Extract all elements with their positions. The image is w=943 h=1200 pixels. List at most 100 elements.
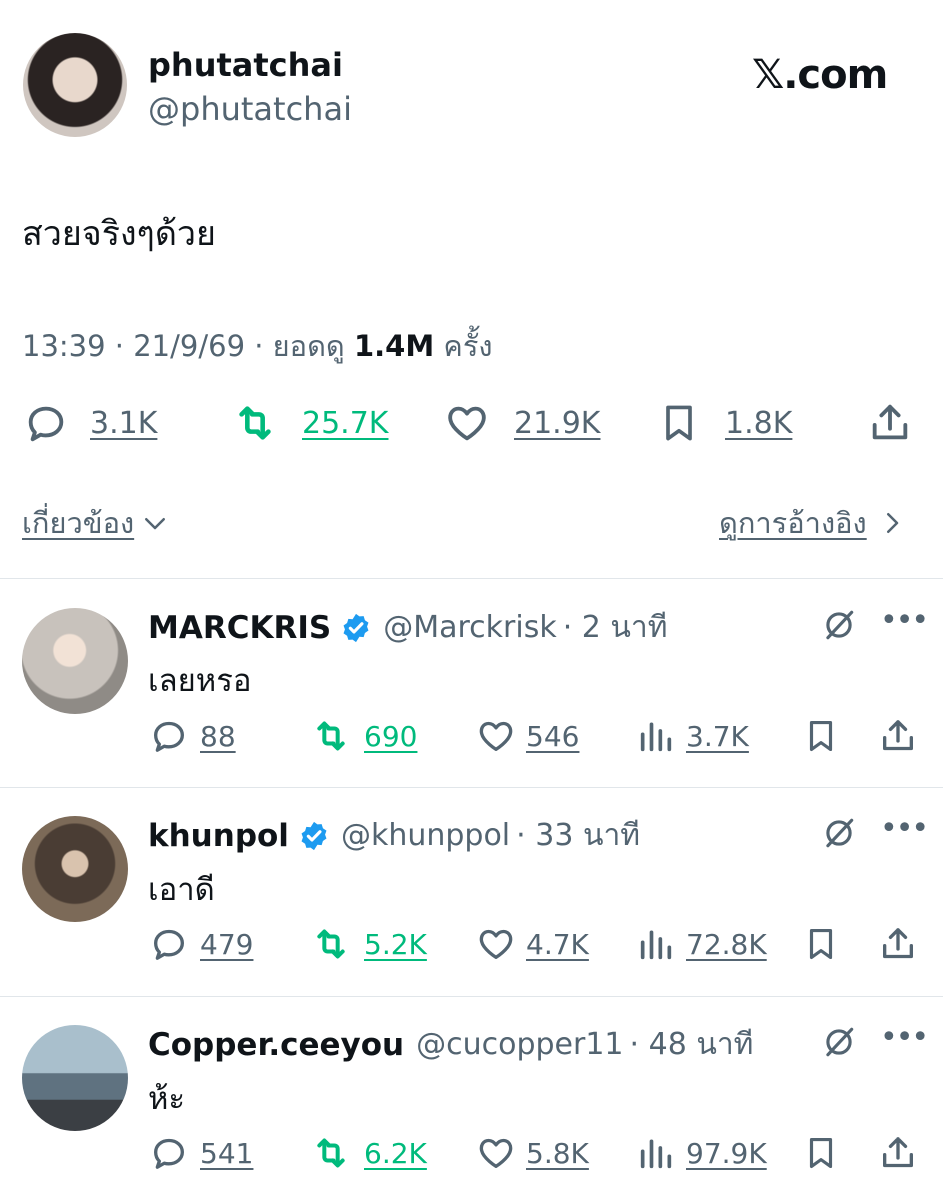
reply-repost-button[interactable]: 5.2K	[308, 924, 427, 964]
share-icon	[872, 404, 908, 440]
reply-avatar[interactable]	[22, 816, 128, 922]
reply-bookmark-button[interactable]	[802, 924, 840, 964]
view-count[interactable]: 72.8K	[686, 928, 767, 961]
bookmark-icon	[809, 1137, 833, 1169]
reply-avatar[interactable]	[22, 1025, 128, 1131]
view-suffix: ครั้ง	[434, 329, 493, 363]
reply-bookmark-button[interactable]	[802, 716, 840, 756]
analytics-icon	[640, 1139, 672, 1169]
like-button[interactable]: 21.9K	[442, 400, 600, 446]
chevron-right-icon	[886, 513, 898, 533]
reply-button[interactable]: 3.1K	[22, 400, 157, 446]
author-display-name[interactable]: phutatchai	[148, 46, 343, 84]
reply-time[interactable]: · 48 นาที	[630, 1021, 754, 1068]
reply-display-name[interactable]: Copper.ceeyou	[148, 1027, 404, 1063]
reply-share-button[interactable]	[878, 924, 918, 964]
reply-handle[interactable]: @khunppol	[341, 818, 510, 853]
tweet-timestamp[interactable]: 13:39 · 21/9/69 · ยอดดู	[22, 329, 354, 363]
verified-badge-icon	[343, 613, 369, 642]
reply-reply-button[interactable]: 479	[148, 924, 253, 964]
bookmark-count[interactable]: 1.8K	[725, 406, 792, 441]
view-count[interactable]: 3.7K	[686, 720, 749, 753]
grok-icon[interactable]	[820, 606, 858, 644]
view-count[interactable]: 97.9K	[686, 1137, 767, 1170]
reply-icon	[154, 1138, 184, 1169]
like-count[interactable]: 4.7K	[526, 928, 589, 961]
repost-count[interactable]: 690	[364, 720, 417, 753]
repost-count[interactable]: 6.2K	[364, 1137, 427, 1170]
relevant-dropdown[interactable]: เกี่ยวข้อง	[22, 500, 170, 546]
view-quotes-label: ดูการอ้างอิง	[719, 506, 867, 540]
reply-header: Copper.ceeyou @cucopper11 · 48 นาที	[148, 1021, 753, 1068]
reply-time[interactable]: · 33 นาที	[516, 812, 640, 859]
more-options-icon[interactable]: •••	[880, 1020, 929, 1055]
reply-views-button[interactable]: 97.9K	[636, 1133, 767, 1173]
reply-text: เอาดี	[148, 872, 215, 908]
reply-count[interactable]: 3.1K	[90, 406, 157, 441]
reply-icon	[28, 406, 64, 442]
reply-handle[interactable]: @cucopper11	[416, 1027, 623, 1062]
heart-icon	[479, 721, 513, 751]
more-options-icon[interactable]: •••	[880, 603, 929, 638]
reply-handle[interactable]: @Marckrisk	[383, 610, 556, 645]
reply-display-name[interactable]: khunpol	[148, 818, 289, 854]
repost-count[interactable]: 25.7K	[302, 406, 388, 441]
repost-count[interactable]: 5.2K	[364, 928, 427, 961]
view-quotes-link[interactable]: ดูการอ้างอิง	[719, 500, 907, 546]
like-count[interactable]: 5.8K	[526, 1137, 589, 1170]
repost-icon	[317, 929, 345, 959]
reply-header: khunpol @khunppol · 33 นาที	[148, 812, 640, 859]
reply-count[interactable]: 479	[200, 928, 253, 961]
analytics-icon	[640, 722, 672, 752]
reply-views-button[interactable]: 3.7K	[636, 716, 749, 756]
bookmark-button[interactable]: 1.8K	[657, 400, 792, 446]
author-avatar[interactable]	[23, 33, 127, 137]
repost-icon	[317, 1138, 345, 1168]
tweet-meta: 13:39 · 21/9/69 · ยอดดู 1.4M ครั้ง	[22, 323, 493, 369]
reply-views-button[interactable]: 72.8K	[636, 924, 767, 964]
author-handle[interactable]: @phutatchai	[148, 90, 352, 128]
more-options-icon[interactable]: •••	[880, 811, 929, 846]
analytics-icon	[640, 930, 672, 960]
like-count[interactable]: 21.9K	[514, 406, 600, 441]
reply-like-button[interactable]: 5.8K	[474, 1133, 589, 1173]
chevron-down-icon	[145, 518, 166, 530]
reply-share-button[interactable]	[878, 716, 918, 756]
brand-logo: 𝕏.com	[752, 52, 888, 98]
bookmark-icon	[666, 405, 692, 441]
tweet-text: สวยจริงๆด้วย	[22, 214, 216, 254]
share-icon	[883, 928, 913, 959]
reply-count[interactable]: 541	[200, 1137, 253, 1170]
reply-header: MARCKRIS @Marckrisk · 2 นาที	[148, 604, 668, 651]
heart-icon	[479, 1138, 513, 1168]
grok-icon[interactable]	[820, 1023, 858, 1061]
share-button[interactable]	[866, 400, 914, 446]
heart-icon	[448, 406, 486, 441]
relevant-label: เกี่ยวข้อง	[22, 506, 135, 540]
verified-badge-icon	[301, 821, 327, 850]
repost-icon	[317, 721, 345, 751]
like-count[interactable]: 546	[526, 720, 579, 753]
heart-icon	[479, 929, 513, 959]
reply-text: เลยหรอ	[148, 663, 252, 699]
reply-like-button[interactable]: 546	[474, 716, 579, 756]
reply-icon	[154, 929, 184, 960]
view-count: 1.4M	[353, 329, 435, 363]
reply-reply-button[interactable]: 88	[148, 716, 236, 756]
reply-reply-button[interactable]: 541	[148, 1133, 253, 1173]
reply-count[interactable]: 88	[200, 720, 236, 753]
reply-display-name[interactable]: MARCKRIS	[148, 610, 331, 646]
bookmark-icon	[809, 720, 833, 752]
grok-icon[interactable]	[820, 814, 858, 852]
repost-icon	[239, 406, 271, 440]
reply-like-button[interactable]: 4.7K	[474, 924, 589, 964]
divider	[0, 996, 943, 997]
repost-button[interactable]: 25.7K	[230, 400, 388, 446]
reply-time[interactable]: · 2 นาที	[563, 604, 668, 651]
reply-bookmark-button[interactable]	[802, 1133, 840, 1173]
reply-repost-button[interactable]: 6.2K	[308, 1133, 427, 1173]
reply-repost-button[interactable]: 690	[308, 716, 417, 756]
bookmark-icon	[809, 928, 833, 960]
reply-avatar[interactable]	[22, 608, 128, 714]
reply-share-button[interactable]	[878, 1133, 918, 1173]
